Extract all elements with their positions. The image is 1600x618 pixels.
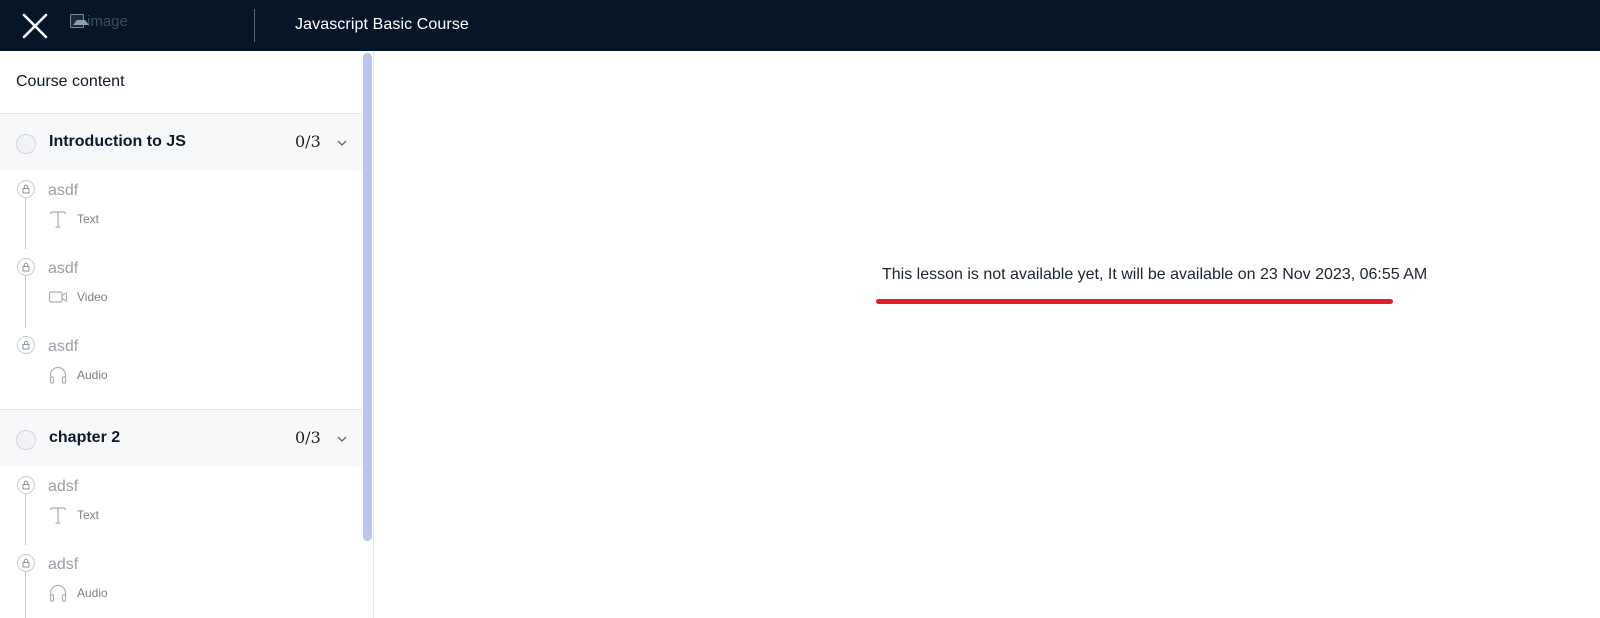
lesson-type-label: Audio — [77, 586, 108, 600]
logo-alt-text: image — [87, 12, 128, 30]
lesson-unavailable-message: This lesson is not available yet, It wil… — [882, 266, 1428, 283]
chapter-introduction-to-js: Introduction to JS 0/3 asdf Text asdf Vi… — [0, 114, 362, 409]
notice-underline — [876, 299, 1393, 304]
lock-icon — [17, 336, 35, 354]
lesson-type-label: Text — [77, 212, 100, 226]
lesson-title: adsf — [48, 556, 79, 573]
lesson-item[interactable]: adsf Audio — [0, 545, 362, 618]
chapter-title: chapter 2 — [49, 429, 121, 446]
text-icon — [48, 209, 68, 229]
lock-icon — [17, 476, 35, 494]
lesson-type-label: Audio — [77, 368, 108, 382]
lesson-item[interactable]: asdf Video — [0, 249, 362, 327]
close-icon — [22, 13, 48, 39]
lesson-title: asdf — [48, 182, 79, 199]
chapter-progress-count: 0/3 — [295, 132, 321, 151]
sidebar-scrollbar-thumb[interactable] — [363, 53, 372, 541]
lock-icon — [17, 180, 35, 198]
lesson-type-label: Video — [77, 290, 108, 304]
chevron-down-icon[interactable] — [337, 434, 347, 444]
video-icon — [48, 287, 68, 307]
headphones-icon — [48, 583, 68, 603]
close-button[interactable] — [20, 12, 50, 40]
header-divider — [254, 9, 255, 42]
lesson-item[interactable]: adsf Text — [0, 467, 362, 545]
lesson-title: asdf — [48, 338, 79, 355]
timeline-line — [25, 489, 26, 545]
chapter-header[interactable]: Introduction to JS 0/3 — [0, 114, 362, 171]
lesson-item[interactable]: asdf Audio — [0, 327, 362, 405]
logo-image[interactable]: image — [70, 11, 128, 31]
timeline-line — [25, 567, 26, 618]
lesson-content-area: This lesson is not available yet, It wil… — [375, 51, 1600, 618]
text-icon — [48, 505, 68, 525]
lesson-item[interactable]: asdf Text — [0, 171, 362, 249]
timeline-line — [25, 193, 26, 249]
lesson-list: asdf Text asdf Video asdf Audio — [0, 171, 362, 409]
chapter-progress-circle — [16, 134, 36, 154]
course-sidebar: Course content Introduction to JS 0/3 as… — [0, 51, 374, 618]
chevron-down-icon[interactable] — [337, 138, 347, 148]
lesson-list: adsf Text adsf Audio — [0, 467, 362, 618]
chapter-title: Introduction to JS — [49, 133, 186, 150]
timeline-line — [25, 271, 26, 327]
lock-icon — [17, 258, 35, 276]
broken-image-icon — [70, 14, 89, 28]
lock-icon — [17, 554, 35, 572]
lesson-title: adsf — [48, 478, 79, 495]
lesson-type-label: Text — [77, 508, 100, 522]
headphones-icon — [48, 365, 68, 385]
sidebar-title: Course content — [0, 51, 373, 114]
lesson-title: asdf — [48, 260, 79, 277]
chapter-progress-count: 0/3 — [295, 428, 321, 447]
chapter-chapter-2: chapter 2 0/3 adsf Text adsf Audio — [0, 410, 362, 618]
chapter-progress-circle — [16, 430, 36, 450]
chapter-header[interactable]: chapter 2 0/3 — [0, 410, 362, 467]
top-bar: image Javascript Basic Course — [0, 0, 1600, 51]
course-title: Javascript Basic Course — [295, 16, 469, 33]
